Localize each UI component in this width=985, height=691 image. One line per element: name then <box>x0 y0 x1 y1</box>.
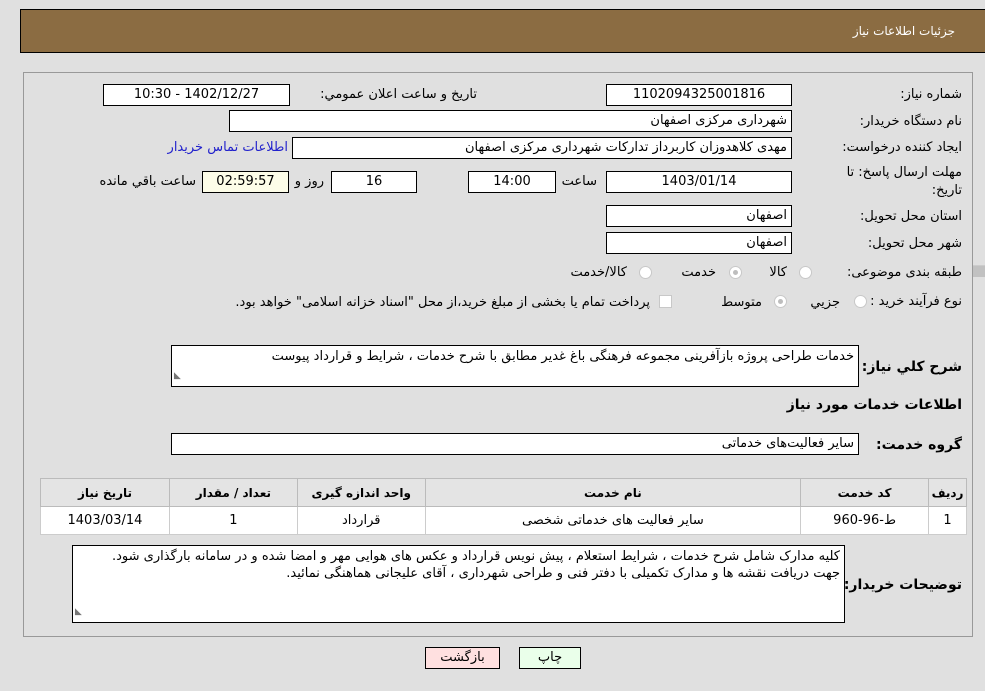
buyer-notes-label: توضیحات خریدار: <box>843 577 962 593</box>
deadline-label-line2: تاریخ: <box>931 183 962 198</box>
service-group-field: سایر فعالیت‌های خدماتی <box>171 433 859 455</box>
category-option-goods: کالا <box>769 265 787 280</box>
cell-row-number: 1 <box>928 506 967 535</box>
process-label: نوع فرآیند خرید : <box>870 294 962 309</box>
col-header-service-code: کد خدمت <box>800 478 930 507</box>
deadline-time-label: ساعت <box>561 174 597 189</box>
category-radio-service[interactable] <box>729 266 742 279</box>
deadline-time-field: 14:00 <box>468 171 556 193</box>
category-label: طبقه بندی موضوعی: <box>846 265 962 280</box>
col-header-need-date: تاریخ نیاز <box>40 478 170 507</box>
deadline-date-field: 1403/01/14 <box>606 171 792 193</box>
category-radio-goods-service[interactable] <box>639 266 652 279</box>
process-option-medium: متوسط <box>721 295 762 310</box>
need-number-field: 1102094325001816 <box>606 84 792 106</box>
province-label: استان محل تحویل: <box>860 209 962 224</box>
resize-grip-icon[interactable]: ◢ <box>75 604 82 621</box>
cell-service-code: ط-96-960 <box>800 506 930 535</box>
city-field: اصفهان <box>606 232 792 254</box>
buyer-notes-textarea[interactable]: کلیه مدارک شامل شرح خدمات ، شرایط استعلا… <box>72 545 845 623</box>
col-header-unit: واحد اندازه گیری <box>296 478 426 507</box>
buyer-org-field: شهرداری مرکزی اصفهان <box>229 110 792 132</box>
table-header-row: ردیف کد خدمت نام خدمت واحد اندازه گیری ت… <box>40 478 967 507</box>
deadline-label: مهلت ارسال پاسخ: تا <box>846 165 962 180</box>
services-section-title: اطلاعات خدمات مورد نیاز <box>786 397 962 413</box>
buyer-notes-line1: کلیه مدارک شامل شرح خدمات ، شرایط استعلا… <box>112 549 840 564</box>
days-remaining-field: 16 <box>331 171 417 193</box>
process-radio-medium[interactable] <box>774 295 787 308</box>
buyer-contact-link[interactable]: اطلاعات تماس خریدار <box>168 140 288 155</box>
category-option-goods-service: کالا/خدمت <box>570 265 627 280</box>
requester-label: ایجاد کننده درخواست: <box>842 140 962 155</box>
treasury-payment-checkbox[interactable] <box>659 295 672 308</box>
remaining-time-field: 02:59:57 <box>202 171 289 193</box>
need-number-label: شماره نیاز: <box>900 87 962 102</box>
process-option-small: جزیي <box>810 295 840 310</box>
description-text: خدمات طراحی پروژه بازآفرینی مجموعه فرهنگ… <box>271 349 854 364</box>
description-label: شرح کلي نیاز: <box>861 359 962 375</box>
process-radio-small[interactable] <box>854 295 867 308</box>
description-textarea[interactable]: خدمات طراحی پروژه بازآفرینی مجموعه فرهنگ… <box>171 345 859 387</box>
service-group-label: گروه خدمت: <box>876 437 962 453</box>
resize-grip-icon[interactable]: ◢ <box>174 368 181 385</box>
announce-datetime-field: 1402/12/27 - 10:30 <box>103 84 290 106</box>
col-header-row-number: ردیف <box>928 478 967 507</box>
category-radio-goods[interactable] <box>799 266 812 279</box>
cell-need-date: 1403/03/14 <box>40 506 170 535</box>
page-title: جزئیات اطلاعات نیاز <box>852 24 955 38</box>
requester-field: مهدی کلاهدوزان کاربرداز تدارکات شهرداری … <box>292 137 792 159</box>
back-button[interactable]: بازگشت <box>425 647 500 669</box>
buyer-notes-line2: جهت دریافت نقشه ها و مدارک تکمیلی با دفت… <box>286 566 840 581</box>
announce-datetime-label: تاریخ و ساعت اعلان عمومي: <box>320 87 477 102</box>
days-label: روز و <box>294 174 324 189</box>
cell-service-name: سایر فعالیت های خدماتی شخصی <box>424 506 802 535</box>
page-header: جزئیات اطلاعات نیاز <box>20 9 985 53</box>
city-label: شهر محل تحویل: <box>867 236 962 251</box>
province-field: اصفهان <box>606 205 792 227</box>
col-header-quantity: تعداد / مقدار <box>168 478 298 507</box>
buyer-org-label: نام دستگاه خریدار: <box>859 114 962 129</box>
table-row: 1 ط-96-960 سایر فعالیت های خدماتی شخصی ق… <box>40 506 967 535</box>
services-table: ردیف کد خدمت نام خدمت واحد اندازه گیری ت… <box>40 478 967 535</box>
category-option-service: خدمت <box>681 265 716 280</box>
print-button[interactable]: چاپ <box>519 647 581 669</box>
col-header-service-name: نام خدمت <box>424 478 802 507</box>
remaining-time-label: ساعت باقي مانده <box>99 174 196 189</box>
cell-unit: قرارداد <box>296 506 426 535</box>
need-details-panel: شماره نیاز: 1102094325001816 تاریخ و ساع… <box>23 72 973 637</box>
cell-quantity: 1 <box>168 506 298 535</box>
payment-note: پرداخت تمام یا بخشی از مبلغ خرید،از محل … <box>235 295 650 310</box>
